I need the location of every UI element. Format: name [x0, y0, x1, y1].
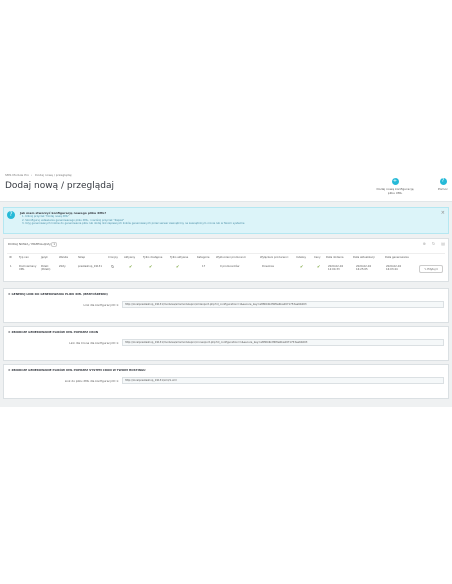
check-icon[interactable]: ✔ — [149, 264, 152, 268]
add-config-button[interactable]: + Dodaj nową konfigurację pliku XML — [376, 178, 414, 195]
cell-categories: 17 — [202, 265, 206, 268]
cell-date-gen: 2020-02-04 16:03:44 — [386, 265, 402, 272]
cell-price-type: Domniemany XML — [19, 265, 37, 272]
add-config-label: Dodaj nową konfigurację pliku XML — [376, 187, 414, 195]
th-available[interactable]: Tylko dostępne — [143, 256, 162, 259]
info-alert: ? Jak mam stworzyć konfigurację nowego p… — [3, 207, 449, 234]
th-shop[interactable]: Sklep — [78, 256, 85, 259]
close-icon[interactable]: × — [441, 210, 445, 216]
th-price-type[interactable]: Typ cen — [19, 256, 29, 259]
th-language[interactable]: Język — [41, 256, 48, 259]
cell-language: Polski (Polski) — [41, 265, 51, 272]
th-currency[interactable]: Waluta — [59, 256, 68, 259]
panel-title-text: Zbiorcze generowanie plików XML poprzez … — [11, 368, 146, 372]
th-categories[interactable]: Kategorie — [197, 256, 209, 259]
link-field[interactable]: http://localprestashop_19131/modules/sms… — [122, 301, 444, 308]
cell-date-add: 2020-02-04 12:04:33 — [328, 265, 344, 272]
info-icon: ? — [7, 211, 15, 219]
th-indexes[interactable]: Indeksy — [296, 256, 306, 259]
cell-excluded: 0 producentów — [220, 265, 240, 268]
cell-date-upd: 2020-02-04 16:25:05 — [356, 265, 372, 272]
help-button[interactable]: ? Pomoc — [436, 178, 450, 191]
config-list-panel: Dodaj nową / przeglądaj 1 ⊕ ↻ ▤ ID Typ cen… — [3, 238, 449, 282]
link-field[interactable]: http://localprestashop_19131/modules/sms… — [122, 339, 444, 346]
list-title-text: Dodaj nową / przeglądaj — [8, 242, 51, 246]
check-icon[interactable]: ✔ — [300, 264, 303, 268]
cell-disabled: Dowolnie — [262, 265, 274, 268]
edit-label: Edytuj — [427, 268, 436, 271]
help-label: Pomoc — [438, 187, 448, 191]
panel-title-text: Zbiorcze generowanie plików XML poprzez … — [11, 330, 99, 334]
th-cron[interactable]: Cronjoy — [108, 256, 118, 259]
top-blank — [0, 0, 452, 170]
th-date-add[interactable]: Data dodania — [326, 256, 343, 259]
link-label: Link do pliku XML dla konfiguracji ID 1: — [64, 379, 119, 383]
breadcrumb-current: Dodaj nową / przeglądaj — [35, 173, 72, 177]
list-title: Dodaj nową / przeglądaj 1 — [8, 242, 58, 247]
th-active[interactable]: Aktywny — [124, 256, 135, 259]
link-field[interactable]: http://localprestashop_19131/xml/1.xml — [122, 377, 444, 384]
hosting-link-panel: ⚙ Zbiorcze generowanie plików XML poprze… — [3, 364, 449, 399]
cell-currency: Złoty — [59, 265, 66, 268]
link-label: Link dla konfiguracji ID 1: — [83, 303, 119, 307]
alert-steps: 1. Kliknij przycisk "Dodaj nową XML" 2. … — [22, 215, 244, 226]
link-label: Link dla Crona dla konfiguracji ID 1: — [69, 341, 119, 345]
breadcrumb: SMS Module Pro › Dodaj nową / przeglądaj — [5, 173, 72, 177]
check-icon[interactable]: ✔ — [317, 264, 320, 268]
divider — [7, 253, 445, 254]
th-date-upd[interactable]: Data aktualizacji — [353, 256, 375, 259]
th-date-gen[interactable]: Data generowania — [385, 256, 409, 259]
check-icon[interactable]: ✔ — [129, 264, 132, 268]
th-only-active[interactable]: Tylko aktywne — [170, 256, 188, 259]
th-excluded[interactable]: Wykluczeni producenci — [216, 256, 246, 259]
panel-title-text: Generuj link do generowania pliku XML (b… — [11, 292, 108, 296]
plus-icon: + — [391, 178, 399, 185]
sql-icon[interactable]: ▤ — [441, 241, 445, 246]
page-title: Dodaj nową / przeglądaj — [5, 181, 114, 191]
direct-link-panel: ⚙ Generuj link do generowania pliku XML … — [3, 288, 449, 323]
cell-id: 1 — [10, 265, 12, 268]
refresh-icon[interactable]: ↻ — [432, 241, 435, 246]
count-badge: 1 — [51, 242, 58, 247]
cell-shop: prestashop_19131 — [78, 265, 102, 268]
th-disabled[interactable]: Wyłączeni producenci — [260, 256, 288, 259]
panel-title: ⚙ Zbiorcze generowanie plików XML poprze… — [8, 330, 99, 334]
breadcrumb-root[interactable]: SMS Module Pro — [5, 173, 29, 177]
th-prices[interactable]: Ceny — [314, 256, 321, 259]
panel-title: ⚙ Generuj link do generowania pliku XML … — [8, 292, 108, 296]
panel-title: ⚙ Zbiorcze generowanie plików XML poprze… — [8, 368, 146, 372]
cron-link-panel: ⚙ Zbiorcze generowanie plików XML poprze… — [3, 326, 449, 361]
cron-refresh-icon[interactable]: ↻ — [111, 264, 114, 268]
th-id[interactable]: ID — [9, 256, 12, 259]
check-icon[interactable]: ✔ — [176, 264, 179, 268]
alert-step: 3. Użyj generowanych linków do generowan… — [22, 222, 245, 226]
panel-tools: ⊕ ↻ ▤ — [417, 241, 446, 246]
help-icon: ? — [439, 178, 447, 185]
add-icon[interactable]: ⊕ — [423, 241, 426, 246]
edit-button[interactable]: ✎ Edytuj ▾ — [419, 265, 443, 273]
